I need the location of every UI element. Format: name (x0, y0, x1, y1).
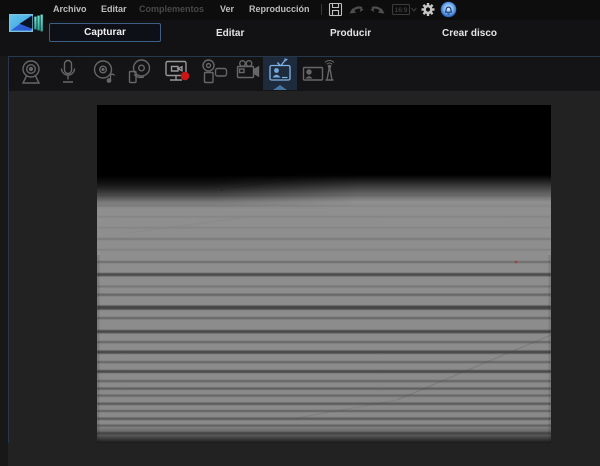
svg-text:16:9: 16:9 (395, 7, 408, 14)
